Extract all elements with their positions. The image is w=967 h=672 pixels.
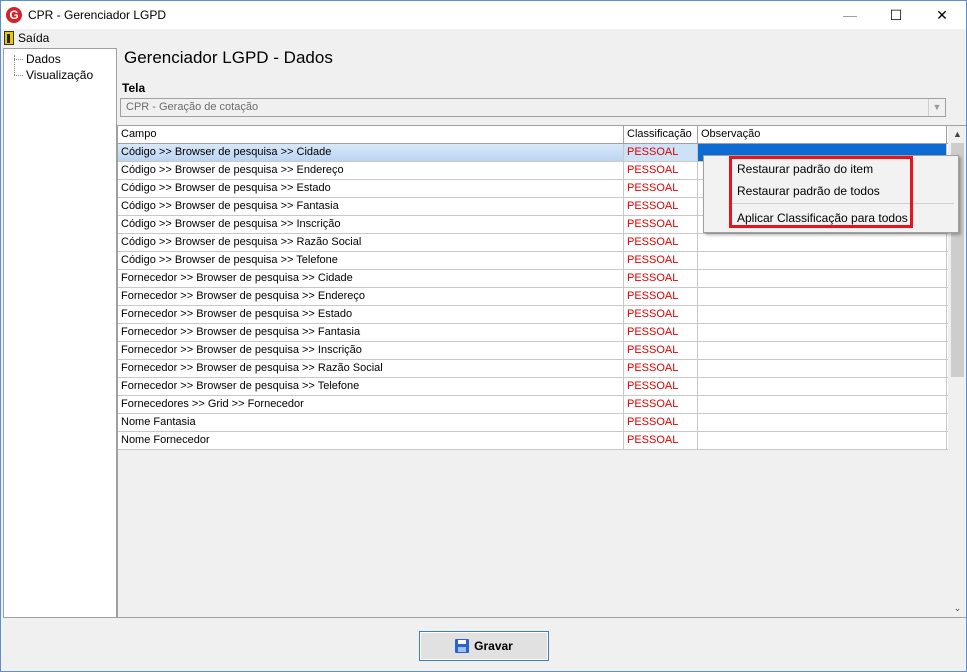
app-logo-icon: G	[6, 7, 22, 23]
exit-menu-label: Saída	[18, 31, 50, 45]
table-row[interactable]: Fornecedor >> Browser de pesquisa >> End…	[118, 288, 948, 306]
cell-campo[interactable]: Fornecedor >> Browser de pesquisa >> Fan…	[118, 324, 624, 341]
cell-campo[interactable]: Fornecedores >> Grid >> Fornecedor	[118, 396, 624, 413]
cell-classificacao[interactable]: PESSOAL	[624, 216, 698, 233]
table-row[interactable]: Fornecedor >> Browser de pesquisa >> Fan…	[118, 324, 948, 342]
save-button-label: Gravar	[474, 639, 513, 653]
cell-observacao[interactable]	[698, 288, 947, 305]
chevron-down-icon[interactable]: ▼	[928, 99, 945, 116]
table-row[interactable]: Fornecedores >> Grid >> Fornecedor PESSOA…	[118, 396, 948, 414]
cell-observacao[interactable]	[698, 270, 947, 287]
table-row[interactable]: Nome Fornecedor PESSOAL	[118, 432, 948, 450]
cell-campo[interactable]: Código >> Browser de pesquisa >> Fantasi…	[118, 198, 624, 215]
cell-campo[interactable]: Fornecedor >> Browser de pesquisa >> Raz…	[118, 360, 624, 377]
cell-classificacao[interactable]: PESSOAL	[624, 432, 698, 449]
close-button[interactable]: ✕	[919, 1, 965, 29]
cell-campo[interactable]: Nome Fantasia	[118, 414, 624, 431]
cell-campo[interactable]: Fornecedor >> Browser de pesquisa >> End…	[118, 288, 624, 305]
tree-item-visualizacao[interactable]: Visualização	[14, 67, 93, 83]
column-header-campo[interactable]: Campo	[118, 126, 624, 144]
save-button[interactable]: Gravar	[419, 631, 549, 661]
tree-item-dados[interactable]: Dados	[14, 51, 61, 67]
floppy-disk-icon	[455, 639, 470, 653]
cell-campo[interactable]: Fornecedor >> Browser de pesquisa >> Est…	[118, 306, 624, 323]
cell-classificacao[interactable]: PESSOAL	[624, 162, 698, 179]
cell-observacao[interactable]	[698, 378, 947, 395]
cell-campo[interactable]: Fornecedor >> Browser de pesquisa >> Cid…	[118, 270, 624, 287]
highlight-annotation	[729, 156, 913, 228]
tela-select[interactable]: CPR - Geração de cotação ▼	[120, 98, 946, 117]
cell-campo[interactable]: Código >> Browser de pesquisa >> Inscriç…	[118, 216, 624, 233]
grid-header: Campo Classificação Observação	[118, 126, 948, 144]
cell-classificacao[interactable]: PESSOAL	[624, 288, 698, 305]
table-row[interactable]: Código >> Browser de pesquisa >> Telefon…	[118, 252, 948, 270]
cell-observacao[interactable]	[698, 306, 947, 323]
cell-campo[interactable]: Código >> Browser de pesquisa >> Razão S…	[118, 234, 624, 251]
cell-observacao[interactable]	[698, 414, 947, 431]
cell-campo[interactable]: Código >> Browser de pesquisa >> Cidade	[118, 144, 624, 161]
column-header-classificacao[interactable]: Classificação	[624, 126, 698, 144]
table-row[interactable]: Código >> Browser de pesquisa >> Razão S…	[118, 234, 948, 252]
exit-door-icon	[4, 31, 14, 45]
table-row[interactable]: Fornecedor >> Browser de pesquisa >> Ins…	[118, 342, 948, 360]
cell-campo[interactable]: Nome Fornecedor	[118, 432, 624, 449]
cell-campo[interactable]: Código >> Browser de pesquisa >> Endereç…	[118, 162, 624, 179]
table-row[interactable]: Nome Fantasia PESSOAL	[118, 414, 948, 432]
cell-classificacao[interactable]: PESSOAL	[624, 342, 698, 359]
menu-bar: Saída	[1, 29, 966, 47]
title-bar[interactable]: G CPR - Gerenciador LGPD — ☐ ✕	[1, 1, 966, 29]
scroll-up-icon[interactable]: ▲	[949, 126, 966, 143]
cell-observacao[interactable]	[698, 432, 947, 449]
window-title: CPR - Gerenciador LGPD	[28, 8, 167, 22]
tela-label: Tela	[122, 81, 146, 95]
cell-classificacao[interactable]: PESSOAL	[624, 324, 698, 341]
table-row[interactable]: Fornecedor >> Browser de pesquisa >> Est…	[118, 306, 948, 324]
table-row[interactable]: Fornecedor >> Browser de pesquisa >> Raz…	[118, 360, 948, 378]
table-row[interactable]: Fornecedor >> Browser de pesquisa >> Cid…	[118, 270, 948, 288]
maximize-button[interactable]: ☐	[873, 1, 919, 29]
cell-classificacao[interactable]: PESSOAL	[624, 198, 698, 215]
cell-classificacao[interactable]: PESSOAL	[624, 180, 698, 197]
minimize-button[interactable]: —	[827, 1, 873, 29]
column-header-observacao[interactable]: Observação	[698, 126, 947, 144]
app-window: G CPR - Gerenciador LGPD — ☐ ✕ Saída Dad…	[0, 0, 967, 672]
cell-campo[interactable]: Código >> Browser de pesquisa >> Estado	[118, 180, 624, 197]
cell-campo[interactable]: Fornecedor >> Browser de pesquisa >> Ins…	[118, 342, 624, 359]
page-title: Gerenciador LGPD - Dados	[124, 48, 333, 67]
cell-observacao[interactable]	[698, 252, 947, 269]
cell-classificacao[interactable]: PESSOAL	[624, 396, 698, 413]
cell-classificacao[interactable]: PESSOAL	[624, 360, 698, 377]
cell-observacao[interactable]	[698, 360, 947, 377]
cell-classificacao[interactable]: PESSOAL	[624, 270, 698, 287]
cell-classificacao[interactable]: PESSOAL	[624, 378, 698, 395]
cell-observacao[interactable]	[698, 342, 947, 359]
cell-classificacao[interactable]: PESSOAL	[624, 414, 698, 431]
table-row[interactable]: Fornecedor >> Browser de pesquisa >> Tel…	[118, 378, 948, 396]
cell-campo[interactable]: Código >> Browser de pesquisa >> Telefon…	[118, 252, 624, 269]
cell-classificacao[interactable]: PESSOAL	[624, 306, 698, 323]
cell-classificacao[interactable]: PESSOAL	[624, 234, 698, 251]
cell-observacao[interactable]	[698, 396, 947, 413]
cell-classificacao[interactable]: PESSOAL	[624, 252, 698, 269]
cell-observacao[interactable]	[698, 324, 947, 341]
scroll-down-icon[interactable]: ⌄	[949, 600, 966, 617]
cell-observacao[interactable]	[698, 234, 947, 251]
cell-campo[interactable]: Fornecedor >> Browser de pesquisa >> Tel…	[118, 378, 624, 395]
cell-classificacao[interactable]: PESSOAL	[624, 144, 698, 161]
exit-menu-item[interactable]: Saída	[4, 30, 49, 46]
navigation-tree: Dados Visualização	[3, 48, 117, 618]
tela-select-value: CPR - Geração de cotação	[126, 101, 259, 113]
